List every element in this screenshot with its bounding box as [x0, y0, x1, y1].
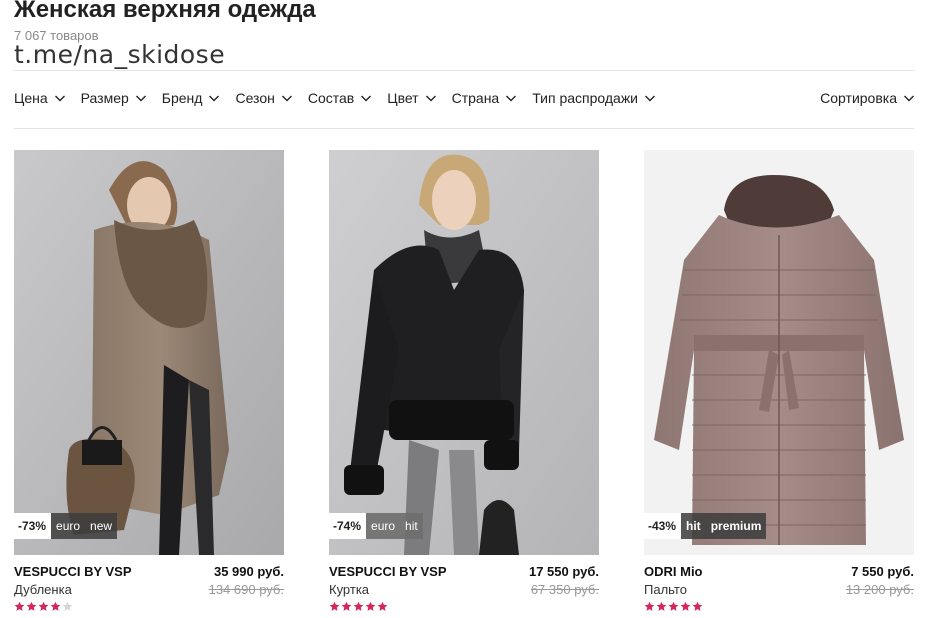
product-image[interactable]: -73% euro new — [14, 150, 284, 555]
divider-bottom — [14, 128, 914, 129]
filter-bar: Цена Размер Бренд Сезон Состав Цвет Стра… — [14, 90, 671, 106]
product-price: 7 550 руб. — [851, 564, 914, 579]
divider-top — [14, 70, 914, 71]
star-filled-icon — [14, 601, 25, 611]
star-filled-icon — [365, 601, 376, 611]
filter-color[interactable]: Цвет — [387, 90, 436, 106]
star-filled-icon — [26, 601, 37, 611]
tag-badge: hit — [681, 513, 706, 539]
filter-sale-type[interactable]: Тип распродажи — [532, 90, 656, 106]
star-filled-icon — [50, 601, 61, 611]
product-brand[interactable]: VESPUCCI BY VSP — [329, 564, 447, 579]
product-card[interactable]: -74% euro hit VESPUCCI BY VSP 17 550 руб… — [329, 150, 599, 611]
product-image[interactable]: -74% euro hit — [329, 150, 599, 555]
chevron-down-icon — [135, 92, 147, 104]
product-price: 35 990 руб. — [213, 564, 284, 579]
filter-label: Состав — [307, 90, 355, 106]
star-filled-icon — [656, 601, 667, 611]
rating-stars — [644, 601, 704, 612]
star-filled-icon — [38, 601, 49, 611]
chevron-down-icon — [644, 92, 656, 104]
filter-label: Сезон — [235, 90, 275, 106]
badges: -74% euro hit — [329, 513, 423, 539]
filter-composition[interactable]: Состав — [308, 90, 372, 106]
discount-badge: -74% — [329, 513, 367, 539]
product-old-price: 67 350 руб. — [530, 582, 599, 597]
model-in-leather-jacket-image — [329, 150, 599, 555]
product-image[interactable]: -43% hit premium — [644, 150, 914, 555]
product-type: Куртка — [329, 582, 370, 597]
sort-dropdown[interactable]: Сортировка — [820, 90, 915, 106]
chevron-down-icon — [903, 92, 915, 104]
filter-country[interactable]: Страна — [452, 90, 518, 106]
star-filled-icon — [341, 601, 352, 611]
watermark: t.me/na_skidose — [14, 40, 226, 69]
rating-stars — [329, 601, 389, 612]
filter-label: Размер — [80, 90, 129, 106]
star-filled-icon — [329, 601, 340, 611]
star-filled-icon — [377, 601, 388, 611]
filter-label: Тип распродажи — [532, 90, 639, 106]
chevron-down-icon — [208, 92, 220, 104]
product-type: Дубленка — [14, 582, 72, 597]
chevron-down-icon — [281, 92, 293, 104]
chevron-down-icon — [54, 92, 66, 104]
filter-price[interactable]: Цена — [14, 90, 66, 106]
rating-stars — [14, 601, 74, 612]
filter-season[interactable]: Сезон — [235, 90, 292, 106]
star-filled-icon — [668, 601, 679, 611]
filter-label: Цена — [14, 90, 48, 106]
model-in-shearling-coat-image — [14, 150, 284, 555]
badges: -73% euro new — [14, 513, 118, 539]
chevron-down-icon — [425, 92, 437, 104]
discount-badge: -43% — [644, 513, 682, 539]
puffer-coat-image — [644, 150, 914, 555]
chevron-down-icon — [360, 92, 372, 104]
tag-badge: new — [85, 513, 118, 539]
filter-label: Страна — [451, 90, 500, 106]
badges: -43% hit premium — [644, 513, 767, 539]
product-card[interactable]: -43% hit premium ODRI Mio 7 550 руб. Пал… — [644, 150, 914, 611]
product-old-price: 13 200 руб. — [845, 582, 914, 597]
product-old-price: 134 690 руб. — [208, 582, 284, 597]
tag-badge: hit — [400, 513, 423, 539]
star-filled-icon — [680, 601, 691, 611]
discount-badge: -73% — [14, 513, 52, 539]
product-brand[interactable]: VESPUCCI BY VSP — [14, 564, 132, 579]
filter-label: Бренд — [161, 90, 203, 106]
filter-size[interactable]: Размер — [81, 90, 147, 106]
filter-brand[interactable]: Бренд — [162, 90, 221, 106]
star-filled-icon — [353, 601, 364, 611]
product-type: Пальто — [644, 582, 687, 597]
filter-label: Цвет — [387, 90, 419, 106]
tag-badge: euro — [366, 513, 401, 539]
sort-label: Сортировка — [820, 90, 897, 106]
star-filled-icon — [644, 601, 655, 611]
product-price: 17 550 руб. — [528, 564, 599, 579]
star-filled-icon — [692, 601, 703, 611]
chevron-down-icon — [505, 92, 517, 104]
page-title: Женская верхняя одежда — [14, 0, 316, 23]
tag-badge: premium — [705, 513, 767, 539]
star-empty-icon — [62, 601, 73, 611]
product-card[interactable]: -73% euro new VESPUCCI BY VSP 35 990 руб… — [14, 150, 284, 611]
product-brand[interactable]: ODRI Mio — [644, 564, 703, 579]
tag-badge: euro — [51, 513, 86, 539]
